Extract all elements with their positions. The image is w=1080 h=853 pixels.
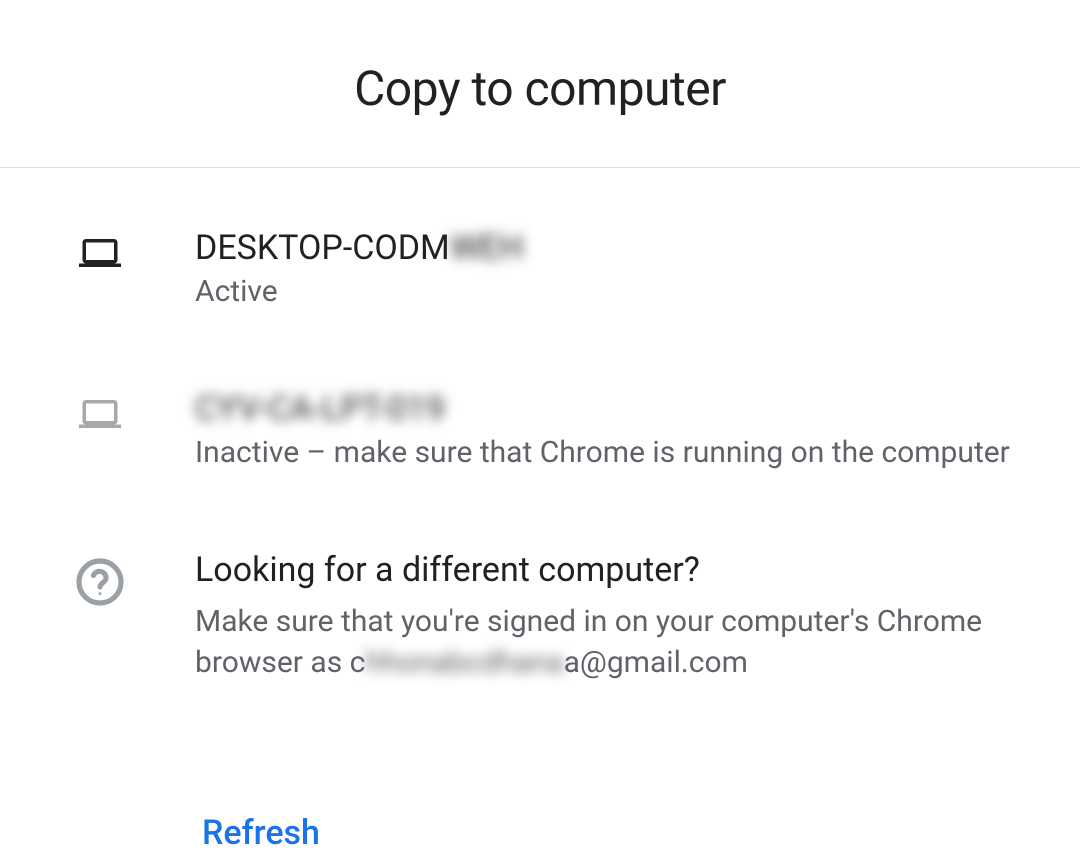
device-name: DESKTOP-CODMWEH [195, 228, 1020, 268]
icon-container [70, 389, 130, 435]
help-description: Make sure that you're signed in on your … [195, 602, 1020, 683]
device-name-redacted: CYV-CA-LPT-019 [195, 389, 445, 429]
help-text-suffix: a@gmail.com [564, 645, 748, 680]
help-email-redacted: hhonabcdhana [365, 643, 563, 684]
device-name-visible: DESKTOP-CODM [195, 228, 450, 268]
dialog-content: DESKTOP-CODMWEH Active CYV-CA-LPT-019 In… [0, 168, 1080, 853]
dialog-header: Copy to computer [0, 0, 1080, 168]
device-text: CYV-CA-LPT-019 Inactive – make sure that… [195, 389, 1080, 470]
icon-container [70, 228, 130, 274]
refresh-button[interactable]: Refresh [202, 813, 320, 853]
device-name: CYV-CA-LPT-019 [195, 389, 1020, 429]
laptop-icon [71, 393, 129, 435]
help-row: Looking for a different computer? Make s… [70, 550, 1080, 683]
device-status: Inactive – make sure that Chrome is runn… [195, 435, 1020, 470]
help-title: Looking for a different computer? [195, 550, 1020, 590]
icon-container [70, 550, 130, 610]
device-status: Active [195, 274, 1020, 309]
device-row-active[interactable]: DESKTOP-CODMWEH Active [70, 228, 1080, 309]
device-name-redacted: WEH [450, 228, 524, 268]
help-circle-icon [72, 554, 128, 610]
dialog-title: Copy to computer [0, 60, 1080, 117]
device-text: DESKTOP-CODMWEH Active [195, 228, 1080, 309]
device-row-inactive[interactable]: CYV-CA-LPT-019 Inactive – make sure that… [70, 389, 1080, 470]
laptop-icon [71, 232, 129, 274]
help-text-container: Looking for a different computer? Make s… [195, 550, 1080, 683]
